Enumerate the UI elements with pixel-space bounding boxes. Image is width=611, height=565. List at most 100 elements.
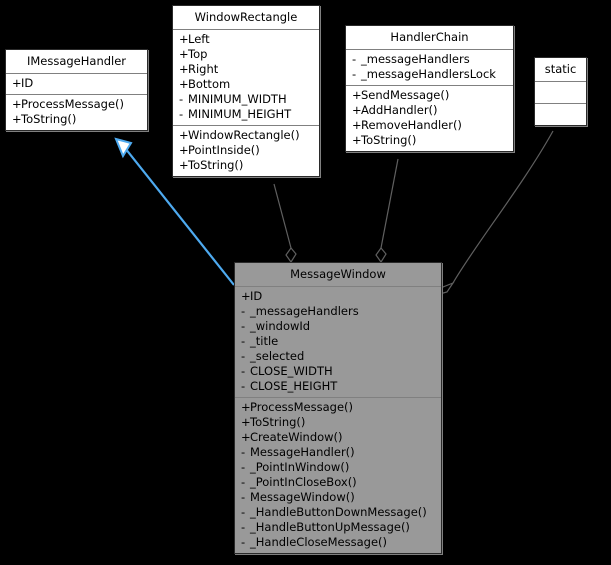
class-operation: - _PointInCloseBox() — [241, 475, 435, 490]
attribute-label: Left — [188, 32, 210, 46]
visibility-marker: + — [179, 143, 189, 157]
class-operation: - _PointInWindow() — [241, 460, 435, 475]
class-operation: +WindowRectangle() — [179, 128, 313, 143]
class-name-static: static — [544, 62, 577, 76]
class-title-compartment: MessageWindow — [235, 263, 441, 286]
attribute-label: Right — [188, 62, 219, 76]
class-attribute: - _messageHandlers — [241, 304, 435, 319]
operation-label: _PointInWindow() — [250, 460, 350, 474]
operation-label: SendMessage() — [361, 88, 450, 102]
visibility-marker: + — [241, 400, 251, 414]
class-operations-compartment — [535, 103, 586, 125]
operation-label: _HandleButtonDownMessage() — [250, 505, 427, 519]
operation-label: CreateWindow() — [250, 430, 343, 444]
class-attribute: +Left — [179, 32, 313, 47]
visibility-marker: + — [179, 128, 189, 142]
visibility-marker: - — [241, 349, 246, 363]
attribute-label: MINIMUM_WIDTH — [188, 92, 287, 106]
class-operation: +ProcessMessage() — [12, 97, 141, 112]
visibility-marker: - — [241, 364, 246, 378]
operation-label: _HandleButtonUpMessage() — [250, 520, 410, 534]
visibility-marker: + — [179, 158, 189, 172]
class-attribute: +Bottom — [179, 77, 313, 92]
visibility-marker: - — [241, 520, 246, 534]
class-attributes-compartment: - _messageHandlers - _messageHandlersLock — [346, 49, 513, 85]
class-attributes-compartment: +ID - _messageHandlers - _windowId - _title… — [235, 286, 441, 397]
class-attribute: - _windowId — [241, 319, 435, 334]
class-box-handlerchain[interactable]: HandlerChain - _messageHandlers - _message… — [345, 25, 514, 152]
visibility-marker: + — [241, 289, 251, 303]
class-attribute: +Top — [179, 47, 313, 62]
visibility-marker: + — [179, 77, 189, 91]
visibility-marker: + — [352, 118, 362, 132]
class-box-messagewindow[interactable]: MessageWindow +ID - _messageHandlers - _wi… — [234, 262, 442, 554]
visibility-marker: + — [352, 88, 362, 102]
operation-label: _PointInCloseBox() — [250, 475, 357, 489]
attribute-label: ID — [250, 289, 263, 303]
operation-label: ToString() — [21, 112, 77, 126]
edge-aggregation-static-messagewindow — [434, 130, 554, 297]
class-attribute: +Right — [179, 62, 313, 77]
class-operation: +AddHandler() — [352, 103, 507, 118]
class-title-compartment: IMessageHandler — [6, 50, 147, 73]
visibility-marker: + — [179, 32, 189, 46]
visibility-marker: - — [179, 107, 184, 121]
attribute-label: CLOSE_WIDTH — [250, 364, 333, 378]
class-attribute: - MINIMUM_HEIGHT — [179, 107, 313, 122]
visibility-marker: + — [12, 97, 22, 111]
class-box-static[interactable]: static — [534, 57, 587, 126]
class-operations-compartment: +WindowRectangle() +PointInside() +ToStr… — [173, 125, 319, 176]
visibility-marker: + — [241, 415, 251, 429]
class-attribute: - _title — [241, 334, 435, 349]
class-operation: +ToString() — [241, 415, 435, 430]
class-attribute: +ID — [241, 289, 435, 304]
attribute-label: Top — [188, 47, 208, 61]
class-operation: - MessageHandler() — [241, 445, 435, 460]
visibility-marker: + — [179, 62, 189, 76]
class-box-windowrectangle[interactable]: WindowRectangle +Left +Top +Right +Botto… — [172, 5, 320, 177]
visibility-marker: - — [241, 475, 246, 489]
class-operation: +ToString() — [179, 158, 313, 173]
attribute-label: ID — [21, 76, 34, 90]
attribute-label: _title — [250, 334, 279, 348]
class-operation: +ToString() — [352, 133, 507, 148]
visibility-marker: - — [241, 490, 246, 504]
attribute-label: _selected — [250, 349, 305, 363]
visibility-marker: - — [241, 334, 246, 348]
edge-aggregation-windowrectangle-messagewindow — [273, 183, 297, 264]
visibility-marker: + — [352, 133, 362, 147]
attribute-label: _messageHandlersLock — [361, 67, 496, 81]
visibility-marker: - — [241, 535, 246, 549]
class-operations-compartment: +SendMessage() +AddHandler() +RemoveHand… — [346, 85, 513, 151]
class-operation: - _HandleButtonUpMessage() — [241, 520, 435, 535]
visibility-marker: + — [12, 112, 22, 126]
operation-label: _HandleCloseMessage() — [250, 535, 388, 549]
operation-label: MessageHandler() — [250, 445, 355, 459]
class-attribute: - _messageHandlersLock — [352, 67, 507, 82]
class-name-imessagehandler: IMessageHandler — [26, 54, 127, 68]
class-attribute: - CLOSE_WIDTH — [241, 364, 435, 379]
class-attributes-compartment: +ID — [6, 73, 147, 94]
visibility-marker: - — [352, 67, 357, 81]
operation-label: RemoveHandler() — [361, 118, 462, 132]
operation-label: MessageWindow() — [250, 490, 355, 504]
operation-label: PointInside() — [188, 143, 260, 157]
attribute-label: _messageHandlers — [361, 52, 470, 66]
visibility-marker: - — [241, 505, 246, 519]
class-operation: - MessageWindow() — [241, 490, 435, 505]
class-operation: +ProcessMessage() — [241, 400, 435, 415]
attribute-label: _windowId — [250, 319, 311, 333]
class-attribute: - MINIMUM_WIDTH — [179, 92, 313, 107]
attribute-label: MINIMUM_HEIGHT — [188, 107, 292, 121]
attribute-label: _messageHandlers — [250, 304, 359, 318]
class-name-messagewindow: MessageWindow — [290, 267, 386, 281]
visibility-marker: - — [241, 445, 246, 459]
class-attribute: - _selected — [241, 349, 435, 364]
class-operations-compartment: +ProcessMessage() +ToString() — [6, 94, 147, 130]
class-operation: +RemoveHandler() — [352, 118, 507, 133]
class-operation: +ToString() — [12, 112, 141, 127]
class-box-imessagehandler[interactable]: IMessageHandler +ID +ProcessMessage() +T… — [5, 49, 148, 131]
operation-label: ToString() — [188, 158, 244, 172]
visibility-marker: + — [179, 47, 189, 61]
class-title-compartment: static — [535, 58, 586, 81]
